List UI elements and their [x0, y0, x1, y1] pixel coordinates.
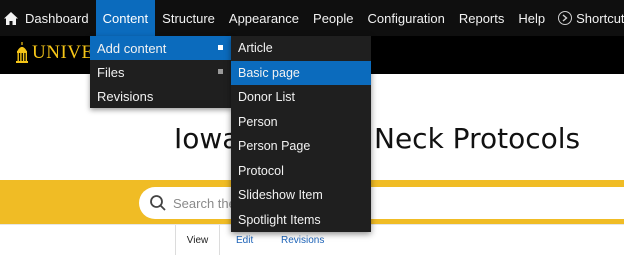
toolbar-structure[interactable]: Structure: [155, 0, 222, 36]
admin-toolbar: Dashboard Content Structure Appearance P…: [0, 0, 624, 36]
toolbar-people[interactable]: People: [306, 0, 360, 36]
toolbar-shortcuts[interactable]: Shortcuts: [552, 0, 624, 36]
chevron-right-circle-icon: [558, 11, 573, 25]
submenu-indicator-icon: [218, 45, 223, 50]
submenu-item-donor-list[interactable]: Donor List: [231, 85, 371, 110]
menu-item-revisions[interactable]: Revisions: [90, 84, 232, 108]
page-title: Iowa Neck Protocols: [174, 122, 580, 155]
submenu-item-slideshow-item[interactable]: Slideshow Item: [231, 183, 371, 208]
toolbar-configuration[interactable]: Configuration: [361, 0, 452, 36]
submenu-indicator-icon: [218, 69, 223, 74]
page-title-part1: Iowa: [174, 122, 240, 155]
submenu-item-article[interactable]: Article: [231, 36, 371, 61]
menu-item-files[interactable]: Files: [90, 60, 232, 84]
menu-item-label: Revisions: [97, 88, 154, 104]
menu-item-label: Add content: [97, 40, 167, 56]
toolbar-content[interactable]: Content: [95, 0, 156, 36]
submenu-item-protocol[interactable]: Protocol: [231, 159, 371, 184]
search-input[interactable]: Search the: [139, 187, 624, 219]
submenu-item-spotlight-items[interactable]: Spotlight Items: [231, 208, 371, 233]
toolbar-help[interactable]: Help: [511, 0, 552, 36]
toolbar-reports[interactable]: Reports: [452, 0, 512, 36]
home-icon[interactable]: [4, 0, 18, 36]
content-dropdown: Add content Files Revisions: [90, 36, 232, 108]
tab-view[interactable]: View: [175, 225, 220, 255]
toolbar-dashboard[interactable]: Dashboard: [18, 0, 96, 36]
add-content-submenu: Article Basic page Donor List Person Per…: [231, 36, 371, 232]
toolbar-appearance[interactable]: Appearance: [222, 0, 306, 36]
submenu-item-basic-page[interactable]: Basic page: [231, 60, 371, 85]
search-placeholder: Search the: [173, 195, 236, 211]
menu-item-label: Files: [97, 64, 125, 80]
shortcuts-label: Shortcuts: [576, 10, 624, 26]
menu-item-add-content[interactable]: Add content: [90, 36, 232, 60]
dome-icon: [16, 42, 28, 63]
submenu-item-person[interactable]: Person: [231, 110, 371, 135]
submenu-item-person-page[interactable]: Person Page: [231, 134, 371, 159]
search-icon: [150, 195, 166, 211]
page-title-part2: Neck Protocols: [374, 122, 581, 155]
